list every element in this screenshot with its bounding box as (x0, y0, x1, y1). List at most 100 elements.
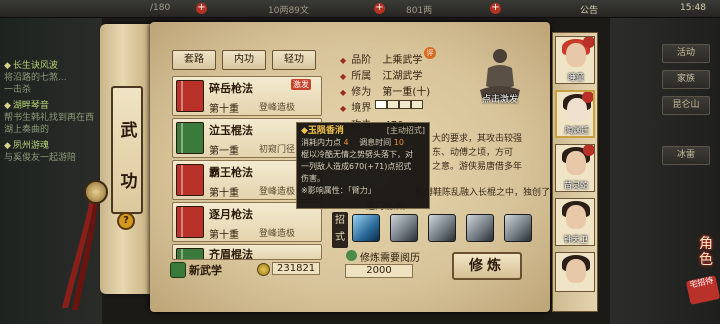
tab-inner-power[interactable]: 内功 (222, 50, 266, 70)
title-char: 功 (120, 172, 138, 192)
clock: 15:48 (680, 3, 706, 13)
character-name: 陶渊迁 (565, 126, 589, 135)
skill-row[interactable]: 碎岳枪法 第十重 登峰造极 激发 (172, 76, 322, 116)
nav-activity-button[interactable]: 活动 (662, 44, 710, 63)
coin-value: 231821 (272, 262, 321, 275)
quest-item[interactable]: ◆ 湖畔琴音 帮书生韩礼找到再在西湖上奏曲的 (4, 100, 102, 136)
grade-pill: 评 (424, 47, 436, 59)
skill-level: 登峰造极 (259, 187, 296, 197)
skill-name: 霸王枪法 (209, 166, 253, 179)
money-stat: 10两89文 (268, 6, 309, 16)
character-card[interactable] (555, 252, 595, 292)
tooltip-line: 伤害。 (301, 174, 325, 183)
realm-bar (399, 100, 411, 109)
quest-item[interactable]: ◆ 夙州游魂 与奚俊友一起游陪 (4, 140, 102, 164)
desc-line: 之意。游侠易唐借多年 (432, 162, 523, 172)
add-gold-button[interactable]: + (490, 3, 501, 14)
character-card[interactable]: 苗灵蛇 (555, 144, 595, 192)
tassel-icon (62, 190, 98, 310)
realm-bar (411, 100, 423, 109)
move-slot-icon[interactable] (428, 214, 456, 242)
move-slot-icon[interactable] (466, 214, 494, 242)
tooltip-cost-label: 消耗内力点 (301, 138, 341, 147)
title-char: 武 (120, 121, 138, 141)
desc-line: 大的要求，其攻击较强 (432, 134, 523, 144)
train-requirement-label: 修炼需要阅历 (360, 253, 420, 264)
skill-rank: 第十重 (209, 104, 239, 115)
skill-book-icon (176, 122, 204, 154)
skill-book-icon (176, 80, 204, 112)
skill-rank: 第十重 (209, 230, 239, 241)
coin-icon (257, 263, 270, 276)
new-skill-icon (170, 262, 186, 278)
train-requirement-value: 2000 (345, 264, 413, 278)
character-name: 苗灵蛇 (564, 181, 588, 190)
avatar (566, 151, 586, 175)
tooltip-line: 棍以冷酷无情之势劈头落下，对 (301, 150, 413, 159)
realm-bar (387, 100, 399, 109)
nav-family-button[interactable]: 家族 (662, 70, 710, 89)
diamond-icon: ◆ (340, 104, 347, 113)
skill-rank: 第十重 (209, 188, 239, 199)
skill-name: 泣玉棍法 (209, 124, 253, 137)
quest-dot-icon: ◆ (4, 61, 11, 71)
skill-row[interactable]: 齐眉棍法 (172, 244, 322, 260)
quest-dot-icon: ◆ (4, 101, 11, 111)
skill-name: 逐月枪法 (209, 208, 253, 221)
nav-ice-button[interactable]: 冰雷 (662, 146, 710, 165)
activated-badge: 激发 (291, 79, 311, 90)
character-card[interactable]: 睡童 (555, 36, 595, 84)
tooltip-title: ◆玉陨香消 (301, 126, 344, 136)
quest-item[interactable]: ◆ 长生诀风波 将沿路的七煞... 一击杀 (4, 60, 102, 96)
tooltip-stats: 消耗内力点 4 调息时间 10 (301, 137, 425, 149)
role-tab-label[interactable]: 角色 (694, 236, 718, 268)
quest-desc: 与奚俊友一起游陪 (4, 153, 77, 163)
tooltip-line: ※影响属性：「臂力」 (301, 186, 376, 195)
gold-stat: 801两 (406, 6, 433, 16)
quest-desc: 一击杀 (4, 85, 32, 95)
tooltip-cooldown-value: 10 (393, 138, 404, 147)
character-name: 睡童 (568, 73, 584, 82)
portrait-caption: 点击激发 (481, 95, 518, 105)
add-money-button[interactable]: + (374, 3, 385, 14)
tab-routines[interactable]: 套路 (172, 50, 216, 70)
status-badge (583, 145, 594, 156)
tooltip-tag: [主动招式] (386, 126, 425, 135)
avatar (566, 205, 586, 229)
move-slot-icon[interactable] (504, 214, 532, 242)
move-slot-icon[interactable] (352, 214, 380, 242)
nav-kunlun-button[interactable]: 昆仑山 (662, 96, 710, 115)
train-button[interactable]: 修炼 (452, 252, 522, 280)
skill-book-icon (176, 164, 204, 196)
desc-line: 东、动傅之顷，方可 (432, 148, 514, 158)
quest-title: 湖畔琴音 (12, 101, 49, 111)
quest-title: 长生诀风波 (12, 61, 58, 71)
skill-name: 齐眉棍法 (209, 248, 253, 260)
skill-level: 登峰造极 (259, 229, 296, 239)
move-slot-icon[interactable] (390, 214, 418, 242)
add-stamina-button[interactable]: + (196, 3, 207, 14)
status-badge (583, 37, 594, 48)
quest-dot-icon: ◆ (4, 141, 11, 151)
skill-name: 碎岳枪法 (209, 82, 253, 95)
moves-label: 招式 (332, 212, 348, 248)
tooltip-cooldown-label: 调息时间 (359, 138, 392, 147)
new-skill-button[interactable]: 新武学 (189, 262, 222, 278)
character-name: 钟天卫 (564, 235, 588, 244)
help-button[interactable]: ? (117, 212, 135, 230)
avatar (566, 43, 586, 67)
top-status-bar: /180 + 10两89文 + 801两 + 公告 15:48 (0, 0, 720, 18)
skill-level: 登峰造极 (259, 103, 296, 113)
skill-rank: 第一重 (209, 146, 239, 157)
character-card[interactable]: 陶渊迁 (555, 90, 595, 138)
stamina-stat: /180 (150, 3, 171, 13)
notice-button[interactable]: 公告 (580, 3, 598, 16)
avatar (566, 259, 586, 283)
skill-book-icon (176, 206, 204, 238)
skill-book-icon (176, 248, 204, 259)
tooltip-cost-value: 4 (343, 138, 349, 147)
character-card[interactable]: 钟天卫 (555, 198, 595, 246)
tab-lightness[interactable]: 轻功 (272, 50, 316, 70)
quest-desc: 将沿路的七煞... (4, 73, 67, 83)
quest-title: 夙州游魂 (12, 141, 49, 151)
